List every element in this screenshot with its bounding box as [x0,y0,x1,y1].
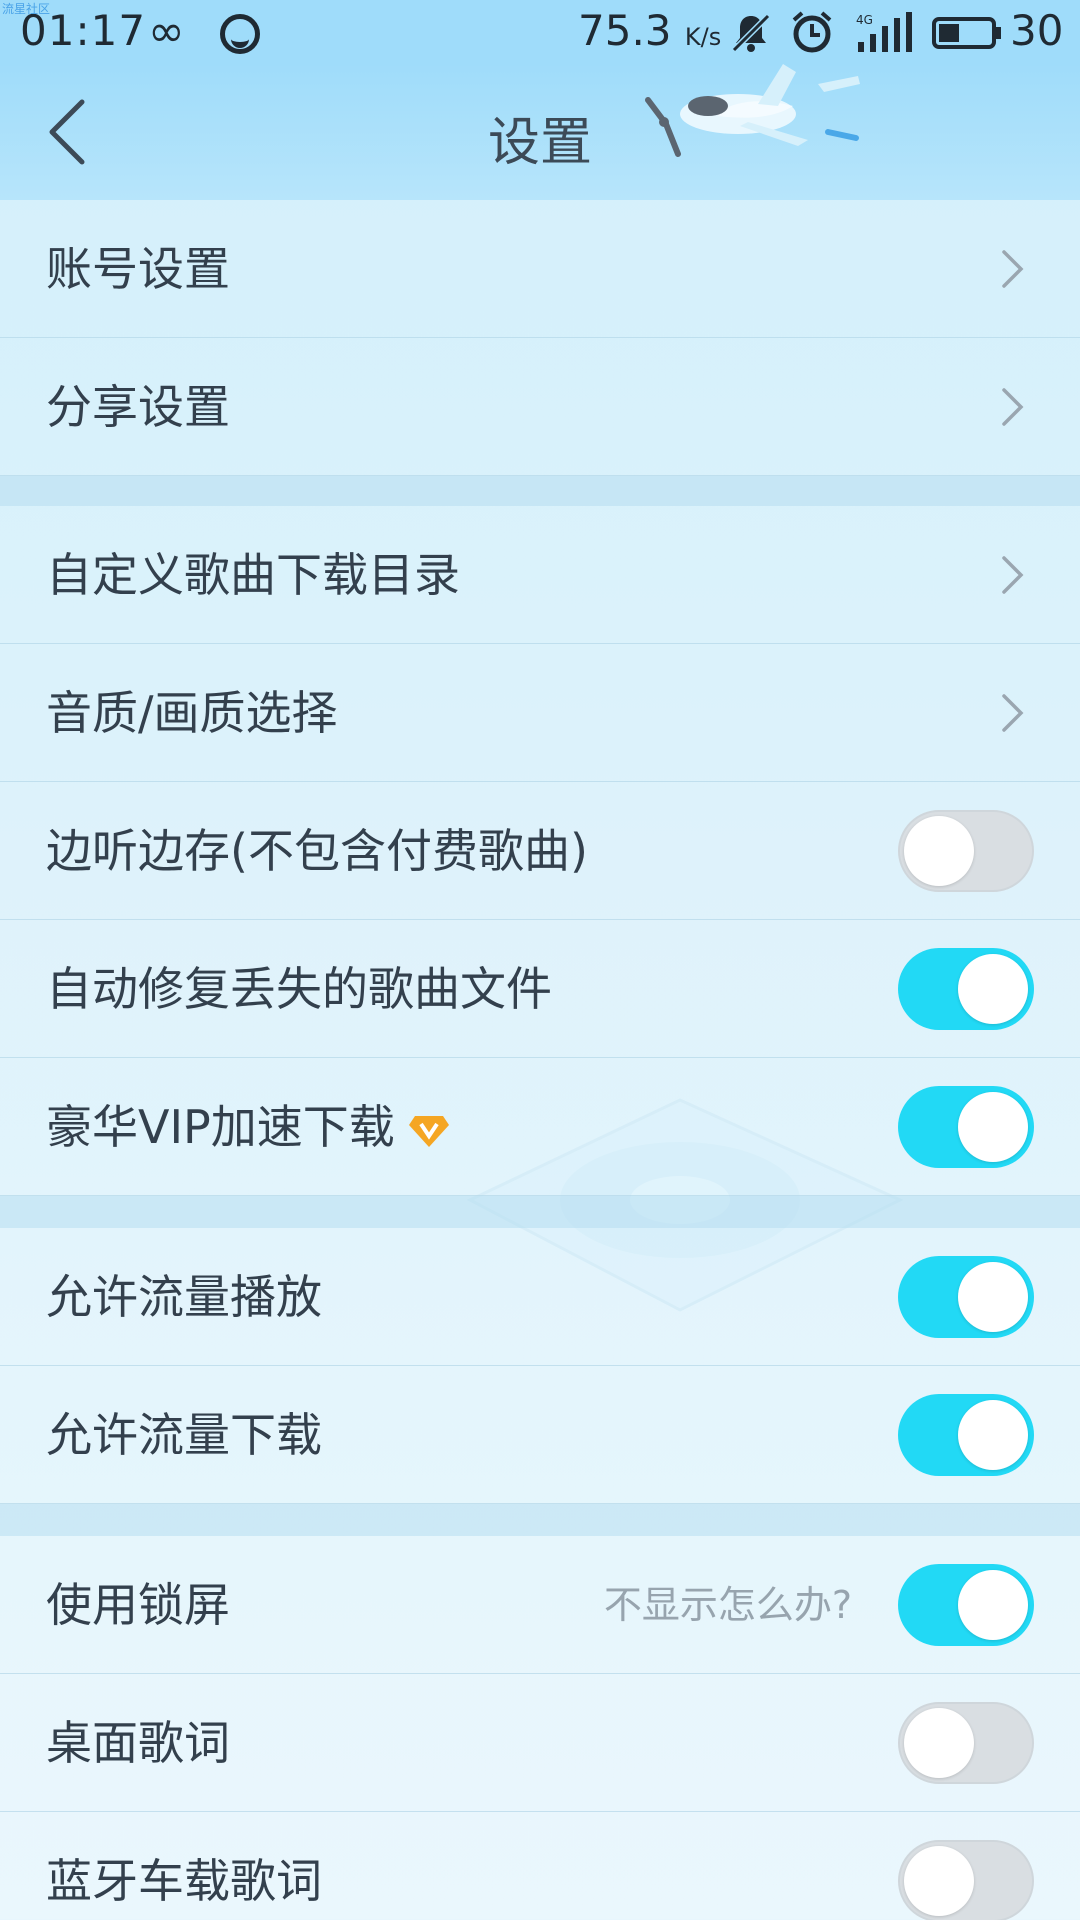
section-divider [0,1196,1080,1228]
lock-screen-row: 使用锁屏 不显示怎么办? [0,1536,1080,1674]
watermark: 流星社区 [2,2,51,16]
lock-screen-toggle[interactable] [898,1564,1034,1646]
download-dir-label: 自定义歌曲下载目录 [46,548,460,602]
battery-icon [932,17,1001,49]
account-settings-label: 账号设置 [46,242,230,296]
airplane-icon [645,64,860,157]
toggle-knob [958,1570,1028,1640]
desktop-lyrics-toggle[interactable] [898,1702,1034,1784]
account-settings-row[interactable]: 账号设置 [0,200,1080,338]
data-playback-row: 允许流量播放 [0,1228,1080,1366]
app-notification-icon [220,14,260,54]
bluetooth-lyrics-row: 蓝牙车载歌词 [0,1812,1080,1920]
data-playback-label: 允许流量播放 [46,1270,322,1324]
alarm-icon [792,11,832,53]
cache-while-listening-label: 边听边存(不包含付费歌曲) [46,824,588,878]
quality-label: 音质/画质选择 [46,686,338,740]
battery-level: 30 [1010,6,1064,55]
vip-download-label: 豪华VIP加速下载 [46,1100,395,1154]
cache-while-listening-toggle[interactable] [898,810,1034,892]
network-speed: 75.3 K/s [578,6,722,55]
status-bar: 01:17 ∞ 75.3 K/s 4G 30 [0,0,1080,64]
toggle-knob [904,1708,974,1778]
signal-type: 4G [856,13,873,27]
auto-repair-label: 自动修复丢失的歌曲文件 [46,962,552,1016]
chevron-right-icon [1002,388,1024,426]
bluetooth-lyrics-toggle[interactable] [898,1840,1034,1920]
auto-repair-row: 自动修复丢失的歌曲文件 [0,920,1080,1058]
toggle-knob [958,1092,1028,1162]
vip-diamond-icon [408,1115,449,1147]
page-title: 设置 [487,113,592,173]
download-dir-row[interactable]: 自定义歌曲下载目录 [0,506,1080,644]
header: 设置 [0,64,1080,200]
section-divider [0,1504,1080,1536]
desktop-lyrics-label: 桌面歌词 [46,1716,230,1770]
share-settings-row[interactable]: 分享设置 [0,338,1080,476]
settings-list: 账号设置 分享设置 自定义歌曲下载目录 音质/画质选择 边听边存(不包含付费歌曲… [0,200,1080,1920]
infinity-icon: ∞ [148,6,185,57]
quality-row[interactable]: 音质/画质选择 [0,644,1080,782]
vip-download-row: 豪华VIP加速下载 [0,1058,1080,1196]
data-download-toggle[interactable] [898,1394,1034,1476]
bluetooth-lyrics-label: 蓝牙车载歌词 [46,1854,322,1908]
data-download-label: 允许流量下载 [46,1408,322,1462]
vip-download-toggle[interactable] [898,1086,1034,1168]
section-divider [0,476,1080,506]
toggle-knob [904,816,974,886]
chevron-right-icon [1002,250,1024,288]
chevron-right-icon [1002,694,1024,732]
auto-repair-toggle[interactable] [898,948,1034,1030]
toggle-knob [958,1400,1028,1470]
signal-icon: 4G [856,12,912,52]
toggle-knob [904,1846,974,1916]
toggle-knob [958,1262,1028,1332]
vip-download-label-wrap: 豪华VIP加速下载 [46,1058,449,1196]
lock-screen-help-link[interactable]: 不显示怎么办? [604,1536,852,1674]
bell-muted-icon [731,13,771,53]
share-settings-label: 分享设置 [46,380,230,434]
cache-while-listening-row: 边听边存(不包含付费歌曲) [0,782,1080,920]
desktop-lyrics-row: 桌面歌词 [0,1674,1080,1812]
lock-screen-label: 使用锁屏 [46,1578,230,1632]
toggle-knob [958,954,1028,1024]
data-playback-toggle[interactable] [898,1256,1034,1338]
data-download-row: 允许流量下载 [0,1366,1080,1504]
chevron-right-icon [1002,556,1024,594]
